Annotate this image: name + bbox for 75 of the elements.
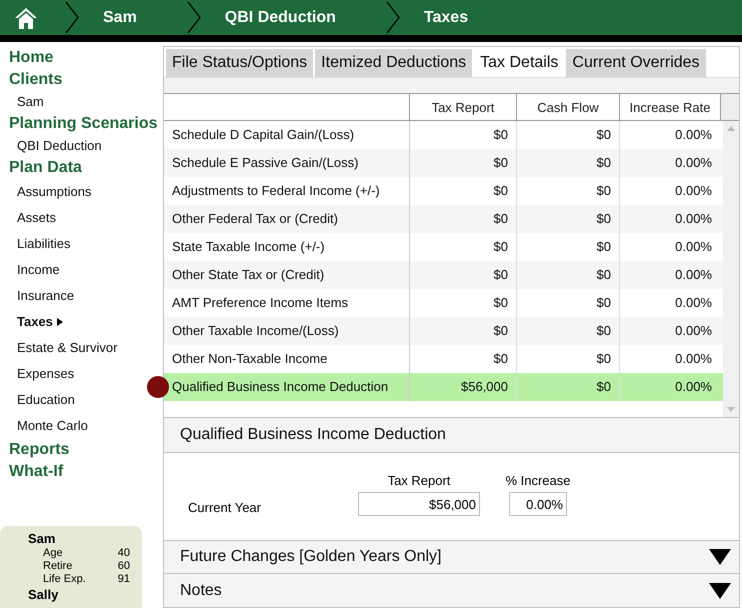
fact-label: Life Exp.	[43, 573, 86, 586]
chevron-icon	[65, 2, 79, 33]
table-cell-text: 0.00%	[674, 210, 713, 228]
table-cell-text: 0.00%	[674, 294, 713, 312]
nav-item[interactable]: Income	[9, 257, 160, 283]
nav-item[interactable]: Education	[9, 387, 160, 413]
nav-heading[interactable]: Reports	[9, 439, 160, 461]
table-cell-text: 0.00%	[674, 238, 713, 256]
fact-label: Age	[43, 547, 63, 560]
breadcrumb-link[interactable]: Taxes	[424, 8, 468, 26]
nav-item[interactable]: Assets	[9, 205, 160, 231]
table-row[interactable]: AMT Preference Income Items $0 $0 0.00%	[164, 289, 723, 318]
fact-value: 40	[118, 547, 130, 560]
tab[interactable]: Itemized Deductions	[315, 49, 472, 77]
nav-heading[interactable]: Clients	[9, 69, 160, 91]
table-cell-text: 0.00%	[674, 154, 713, 172]
table-row[interactable]: Qualified Business Income Deduction $56,000 $0 0.00%	[164, 373, 723, 402]
table-row[interactable]: Adjustments to Federal Income (+/-) $0 $0 0.00%	[164, 177, 723, 206]
table-row[interactable]: Other Federal Tax or (Credit) $0 $0 0.00%	[164, 205, 723, 234]
fact-value: 60	[118, 560, 130, 573]
table-row[interactable]: Other Taxable Income/(Loss) $0 $0 0.00%	[164, 317, 723, 346]
nav-heading[interactable]: What-If	[9, 461, 160, 483]
table-row[interactable]: Schedule E Passive Gain/(Loss) $0 $0 0.00%	[164, 149, 723, 178]
nav-item[interactable]: Liabilities	[9, 231, 160, 257]
nav-item[interactable]: QBI Deduction	[9, 135, 160, 157]
tab[interactable]: Current Overrides	[566, 49, 706, 77]
nav-item[interactable]: Taxes	[9, 309, 160, 335]
table-row[interactable]: Schedule D Capital Gain/(Loss) $0 $0 0.00%	[164, 121, 723, 150]
scrollbar[interactable]	[723, 121, 739, 418]
selection-dot-icon	[147, 376, 169, 398]
field-label: % Increase	[504, 473, 572, 488]
expand-icon	[709, 548, 731, 565]
section-title: Qualified Business Income Deduction	[180, 426, 446, 444]
tab[interactable]: File Status/Options	[166, 49, 314, 77]
field-label: Tax Report	[386, 473, 452, 488]
home-icon[interactable]	[13, 6, 39, 30]
nav-item[interactable]: Sam	[9, 91, 160, 113]
column-header: Tax Report	[409, 94, 516, 120]
table-row[interactable]: Other Non-Taxable Income $0 $0 0.00%	[164, 345, 723, 374]
nav-item[interactable]: Monte Carlo	[9, 413, 160, 439]
expand-icon	[709, 582, 731, 599]
table-row[interactable]: Other State Tax or (Credit) $0 $0 0.00%	[164, 261, 723, 290]
collapsible-header[interactable]: Future Changes [Golden Years Only]	[164, 540, 739, 574]
breadcrumb-link[interactable]: Sam	[103, 8, 137, 26]
input-field[interactable]: $56,000	[358, 492, 480, 516]
breadcrumb-link[interactable]: QBI Deduction	[224, 8, 336, 26]
table-cell-text: 0.00%	[674, 378, 713, 396]
person-name: Sally	[28, 586, 60, 603]
section-title: Future Changes [Golden Years Only]	[180, 548, 442, 566]
table-cell: $0	[517, 373, 620, 402]
nav-heading[interactable]: Home	[9, 47, 160, 69]
person-name: Sam	[28, 530, 56, 547]
nav-item[interactable]: Assumptions	[9, 179, 160, 205]
table-cell-text: 0.00%	[674, 350, 713, 368]
nav-item[interactable]: Insurance	[9, 283, 160, 309]
table-cell-text: 0.00%	[674, 182, 713, 200]
row-label: Current Year	[188, 498, 262, 515]
table-cell-text: 0.00%	[674, 322, 713, 340]
nav-heading[interactable]: Planning Scenarios	[9, 113, 160, 135]
chevron-icon	[186, 2, 201, 33]
nav-heading[interactable]: Plan Data	[9, 157, 160, 179]
fact-value: 91	[118, 573, 130, 586]
input-field[interactable]: 0.00%	[509, 492, 567, 516]
collapsible-header[interactable]: Notes	[164, 574, 739, 608]
column-header: Cash Flow	[516, 94, 619, 120]
section-title: Notes	[180, 582, 222, 600]
nav-item[interactable]: Estate & Survivor	[9, 335, 160, 361]
nav-item[interactable]: Expenses	[9, 361, 160, 387]
table-cell: $56,000	[410, 373, 517, 402]
table-cell-text: 0.00%	[674, 126, 713, 144]
pointer-icon	[56, 318, 63, 326]
table-cell-text: 0.00%	[674, 266, 713, 284]
chevron-icon	[386, 2, 400, 33]
fact-label: Retire	[43, 560, 72, 573]
table-row[interactable]: State Taxable Income (+/-) $0 $0 0.00%	[164, 233, 723, 262]
